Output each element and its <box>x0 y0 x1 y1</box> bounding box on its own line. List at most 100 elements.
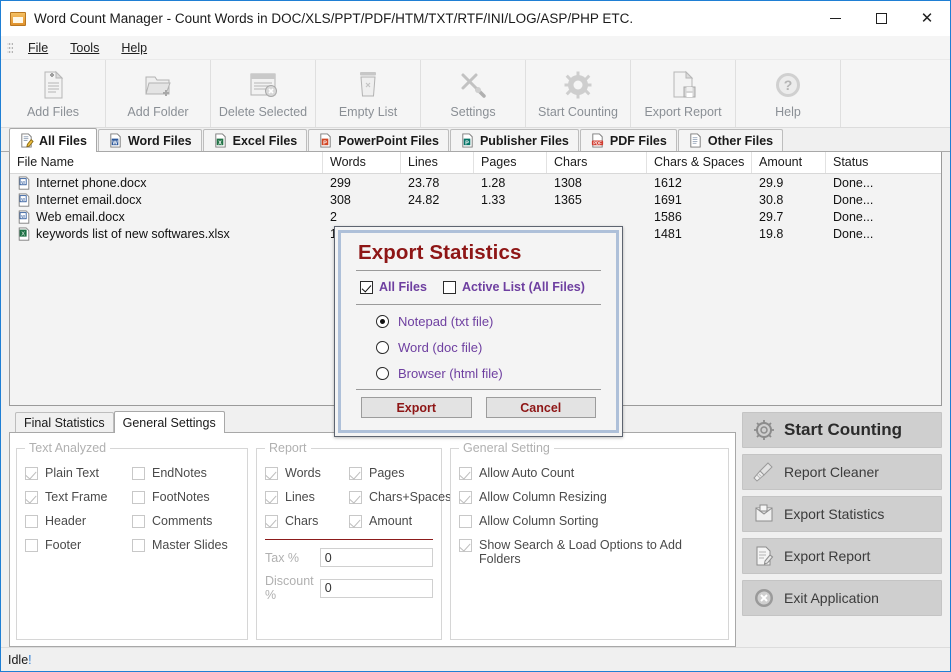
main-toolbar: Add Files Add Folder Delete Selected Emp… <box>1 60 950 128</box>
cell-words: 299 <box>330 175 351 190</box>
status-suffix: ! <box>28 652 32 667</box>
report-cleaner-button[interactable]: Report Cleaner <box>742 454 942 490</box>
radio-notepad-txt[interactable]: Notepad (txt file) <box>376 314 601 329</box>
checkbox-words[interactable]: Words <box>265 461 349 485</box>
cell-pages: 1.33 <box>481 192 506 207</box>
column-header-pages[interactable]: Pages <box>474 152 547 173</box>
minimize-button[interactable] <box>812 1 858 36</box>
toolbar-export-report[interactable]: Export Report <box>631 60 736 127</box>
tab-excel-files[interactable]: X Excel Files <box>202 129 308 151</box>
export-statistics-dialog: Export Statistics All Files Active List … <box>334 226 623 437</box>
maximize-button[interactable] <box>858 1 904 36</box>
exit-application-button[interactable]: Exit Application <box>742 580 942 616</box>
checkbox-chars-plus-spaces[interactable]: Chars+Spaces <box>349 485 451 509</box>
start-counting-button[interactable]: Start Counting <box>742 412 942 448</box>
radio-browser-html[interactable]: Browser (html file) <box>376 366 601 381</box>
checkbox-box <box>132 539 145 552</box>
table-row[interactable]: w Web email.docx 2 1586 29.7 Done... <box>10 208 941 225</box>
dialog-format-radios: Notepad (txt file) Word (doc file) Brows… <box>356 305 601 389</box>
file-name-text: Internet email.docx <box>36 192 142 207</box>
radio-label: Word (doc file) <box>398 340 483 355</box>
file-list-header: File Name Words Lines Pages Chars Chars … <box>10 152 941 174</box>
toolbar-empty-list[interactable]: Empty List <box>316 60 421 127</box>
table-row[interactable]: w Internet phone.docx 299 23.78 1.28 130… <box>10 174 941 191</box>
checkbox-chars[interactable]: Chars <box>265 509 349 533</box>
report-cleaner-label: Report Cleaner <box>784 464 879 480</box>
svg-text:X: X <box>21 231 25 237</box>
svg-text:w: w <box>21 213 25 219</box>
checkbox-comments[interactable]: Comments <box>132 509 239 533</box>
radio-circle <box>376 315 389 328</box>
table-row[interactable]: w Internet email.docx 308 24.82 1.33 136… <box>10 191 941 208</box>
svg-text:P: P <box>323 140 327 146</box>
cell-lines: 23.78 <box>408 175 440 190</box>
column-header-words[interactable]: Words <box>323 152 401 173</box>
toolbar-add-files[interactable]: Add Files <box>1 60 106 127</box>
checkbox-label: Header <box>45 514 86 528</box>
checkbox-allow-column-resizing[interactable]: Allow Column Resizing <box>459 485 720 509</box>
checkbox-plain-text[interactable]: Plain Text <box>25 461 132 485</box>
word-icon: W <box>110 133 121 148</box>
powerpoint-icon: P <box>320 133 331 148</box>
column-header-amount[interactable]: Amount <box>752 152 826 173</box>
toolbar-delete-selected[interactable]: Delete Selected <box>211 60 316 127</box>
menu-item-help[interactable]: Help <box>110 38 158 58</box>
excel-file-icon: X <box>18 226 30 241</box>
svg-text:W: W <box>112 140 118 146</box>
tab-publisher-files[interactable]: P Publisher Files <box>449 129 579 151</box>
text-analyzed-left-column: Plain Text Text Frame Header Footer <box>25 461 132 557</box>
menu-item-tools[interactable]: Tools <box>59 38 110 58</box>
close-button[interactable]: ✕ <box>904 1 950 36</box>
save-document-icon <box>668 68 698 102</box>
toolbar-add-folder[interactable]: Add Folder <box>106 60 211 127</box>
toolbar-settings-label: Settings <box>450 105 496 119</box>
toolbar-help[interactable]: ? Help <box>736 60 841 127</box>
cell-chars-spaces: 1481 <box>654 226 682 241</box>
cell-status: Done... <box>833 192 874 207</box>
column-header-lines[interactable]: Lines <box>401 152 474 173</box>
cell-chars-spaces: 1612 <box>654 175 682 190</box>
checkbox-box <box>25 491 38 504</box>
checkbox-amount[interactable]: Amount <box>349 509 433 533</box>
column-header-chars-spaces[interactable]: Chars & Spaces <box>647 152 752 173</box>
column-header-status[interactable]: Status <box>826 152 934 173</box>
tax-input[interactable] <box>319 548 433 567</box>
tab-other-files[interactable]: Other Files <box>677 129 784 151</box>
export-statistics-button[interactable]: Export Statistics <box>742 496 942 532</box>
checkbox-footnotes[interactable]: FootNotes <box>132 485 239 509</box>
checkbox-allow-column-sorting[interactable]: Allow Column Sorting <box>459 509 720 533</box>
column-header-file-name[interactable]: File Name <box>10 152 323 173</box>
discount-input[interactable] <box>319 578 433 598</box>
checkbox-header[interactable]: Header <box>25 509 132 533</box>
dialog-checkbox-all-files[interactable]: All Files <box>360 280 427 294</box>
tab-general-settings[interactable]: General Settings <box>113 411 225 433</box>
checkbox-box <box>349 515 362 528</box>
add-folder-icon <box>142 68 174 102</box>
tab-all-files[interactable]: All Files <box>9 128 97 152</box>
toolbar-settings[interactable]: Settings <box>421 60 526 127</box>
checkbox-text-frame[interactable]: Text Frame <box>25 485 132 509</box>
tab-final-statistics[interactable]: Final Statistics <box>15 412 114 432</box>
checkbox-master-slides[interactable]: Master Slides <box>132 533 239 557</box>
tab-pdf-files[interactable]: PDF PDF Files <box>579 129 677 151</box>
add-file-icon <box>38 68 68 102</box>
toolbar-start-counting[interactable]: Start Counting <box>526 60 631 127</box>
tab-powerpoint-files-label: PowerPoint Files <box>338 133 439 148</box>
dialog-export-button[interactable]: Export <box>361 397 472 418</box>
dialog-checkbox-active-list[interactable]: Active List (All Files) <box>442 280 585 294</box>
tab-word-files[interactable]: W Word Files <box>97 129 202 151</box>
toolbar-delete-selected-label: Delete Selected <box>218 105 308 119</box>
report-left-column: Words Lines Chars <box>265 461 349 533</box>
checkbox-show-search-load-options[interactable]: Show Search & Load Options to Add Folder… <box>459 533 720 571</box>
tab-powerpoint-files[interactable]: P PowerPoint Files <box>308 129 449 151</box>
export-report-button[interactable]: Export Report <box>742 538 942 574</box>
checkbox-allow-auto-count[interactable]: Allow Auto Count <box>459 461 720 485</box>
checkbox-lines[interactable]: Lines <box>265 485 349 509</box>
menu-item-file[interactable]: File <box>17 38 59 58</box>
column-header-chars[interactable]: Chars <box>547 152 647 173</box>
checkbox-endnotes[interactable]: EndNotes <box>132 461 239 485</box>
dialog-cancel-button[interactable]: Cancel <box>485 397 596 418</box>
radio-word-doc[interactable]: Word (doc file) <box>376 340 601 355</box>
checkbox-pages[interactable]: Pages <box>349 461 433 485</box>
checkbox-footer[interactable]: Footer <box>25 533 132 557</box>
